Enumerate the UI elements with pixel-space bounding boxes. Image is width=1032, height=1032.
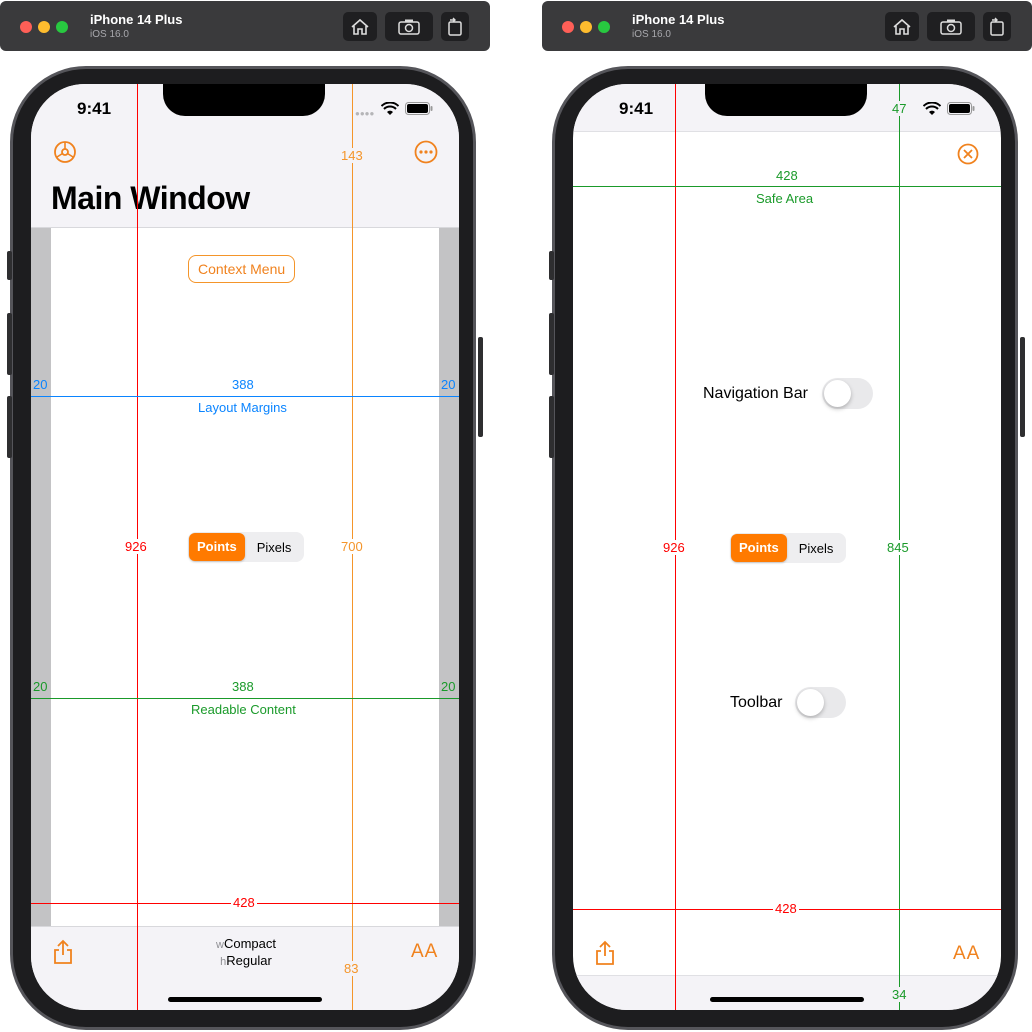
- margin-strip-left: [31, 228, 51, 926]
- simulator-titlebar-right: iPhone 14 Plus iOS 16.0: [542, 1, 1032, 51]
- gear-icon[interactable]: [53, 140, 77, 164]
- power-button: [1020, 337, 1025, 437]
- window-controls: [562, 20, 616, 38]
- screenshot-button[interactable]: [927, 12, 975, 41]
- status-time: 9:41: [619, 99, 654, 118]
- segment-points[interactable]: Points: [731, 534, 787, 562]
- volume-up-button: [549, 313, 554, 375]
- screenshot-button[interactable]: [385, 12, 433, 41]
- safe-area-width-label: 428: [776, 168, 798, 183]
- device-title: iPhone 14 Plus: [90, 12, 183, 27]
- layout-margins-line: [31, 396, 459, 397]
- volume-down-button: [7, 396, 12, 458]
- readable-content-line: [31, 698, 459, 699]
- text-size-icon[interactable]: AA: [953, 943, 980, 965]
- segment-points[interactable]: Points: [189, 533, 245, 561]
- context-menu-button[interactable]: Context Menu: [188, 255, 296, 283]
- minimize-window-button[interactable]: [580, 21, 592, 33]
- segment-pixels[interactable]: Pixels: [245, 540, 304, 555]
- share-icon[interactable]: [595, 940, 615, 966]
- navigation-bar-toggle[interactable]: [822, 378, 873, 409]
- segment-pixels[interactable]: Pixels: [787, 541, 846, 556]
- window-controls: [20, 20, 74, 38]
- home-indicator: [710, 997, 864, 1002]
- nav-height-label: 143: [339, 148, 365, 163]
- readable-content-caption: Readable Content: [191, 702, 296, 717]
- navigation-bar-toggle-label: Navigation Bar: [703, 385, 808, 402]
- layout-margins-caption: Layout Margins: [198, 400, 287, 415]
- os-version: iOS 16.0: [632, 29, 671, 40]
- screen-left: 9:41 ●●●● Main Window Context Menu 926 1…: [31, 84, 459, 1010]
- close-circle-icon[interactable]: [957, 143, 979, 165]
- screen-height-label: 926: [123, 539, 149, 554]
- screenshot-icon: [398, 19, 420, 35]
- share-icon[interactable]: [53, 939, 73, 965]
- power-button: [478, 337, 483, 437]
- close-window-button[interactable]: [20, 21, 32, 33]
- layout-margin-left-label: 20: [33, 377, 48, 392]
- wifi-icon: [923, 102, 941, 115]
- rotate-icon: [990, 17, 1004, 36]
- toolbar-height-label: 83: [342, 961, 361, 976]
- home-button[interactable]: [885, 12, 919, 41]
- screen-width-label: 428: [231, 895, 257, 910]
- toolbar-toggle[interactable]: [795, 687, 846, 718]
- cellular-icon: ●●●●: [355, 109, 375, 118]
- home-icon: [893, 18, 911, 35]
- screen-width-label: 428: [773, 901, 799, 916]
- width-class-prefix: w: [216, 939, 224, 951]
- safe-top-label: 47: [890, 101, 909, 116]
- home-icon: [351, 18, 369, 35]
- volume-up-button: [7, 313, 12, 375]
- readable-left-label: 20: [33, 679, 48, 694]
- width-class-value: Compact: [223, 936, 276, 951]
- wifi-icon: [381, 102, 399, 115]
- readable-width-label: 388: [232, 679, 254, 694]
- page-title: Main Window: [51, 180, 250, 216]
- content-height-label: 700: [339, 539, 365, 554]
- battery-icon: [947, 102, 975, 115]
- rotate-icon: [448, 17, 462, 36]
- layout-margin-right-label: 20: [441, 377, 456, 392]
- rotate-button[interactable]: [983, 12, 1011, 41]
- toolbar-toggle-label: Toolbar: [730, 694, 783, 711]
- text-size-icon[interactable]: AA: [411, 941, 438, 963]
- os-version: iOS 16.0: [90, 29, 129, 40]
- notch: [163, 84, 325, 116]
- margin-strip-right: [439, 228, 459, 926]
- safe-area-caption: Safe Area: [756, 191, 814, 206]
- battery-icon: [405, 102, 433, 115]
- home-button[interactable]: [343, 12, 377, 41]
- rotate-button[interactable]: [441, 12, 469, 41]
- toggle-knob: [797, 689, 824, 716]
- zoom-window-button[interactable]: [56, 21, 68, 33]
- units-segmented-control[interactable]: Points Pixels: [188, 532, 305, 562]
- device-title: iPhone 14 Plus: [632, 12, 725, 27]
- toggle-knob: [824, 380, 851, 407]
- size-class-indicator: wCompact hRegular: [206, 936, 286, 970]
- safe-area-width-line: [573, 186, 1001, 187]
- notch: [705, 84, 867, 116]
- screen-height-label: 926: [661, 540, 687, 555]
- close-window-button[interactable]: [562, 21, 574, 33]
- minimize-window-button[interactable]: [38, 21, 50, 33]
- readable-right-label: 20: [441, 679, 456, 694]
- home-indicator: [168, 997, 322, 1002]
- safe-bottom-label: 34: [890, 987, 909, 1002]
- safe-height-label: 845: [885, 540, 911, 555]
- simulator-titlebar-left: iPhone 14 Plus iOS 16.0: [0, 1, 490, 51]
- units-segmented-control[interactable]: Points Pixels: [730, 533, 847, 563]
- screen-right: 9:41 47 845 34 926 428 Safe Area Navigat…: [573, 84, 1001, 1010]
- zoom-window-button[interactable]: [598, 21, 610, 33]
- side-button: [549, 251, 554, 280]
- height-class-value: Regular: [226, 953, 272, 968]
- bottom-safe-area: [573, 975, 1001, 1010]
- screenshot-icon: [940, 19, 962, 35]
- layout-margin-width-label: 388: [232, 377, 254, 392]
- status-time: 9:41: [77, 99, 112, 118]
- volume-down-button: [549, 396, 554, 458]
- side-button: [7, 251, 12, 280]
- ellipsis-circle-icon[interactable]: [414, 140, 438, 164]
